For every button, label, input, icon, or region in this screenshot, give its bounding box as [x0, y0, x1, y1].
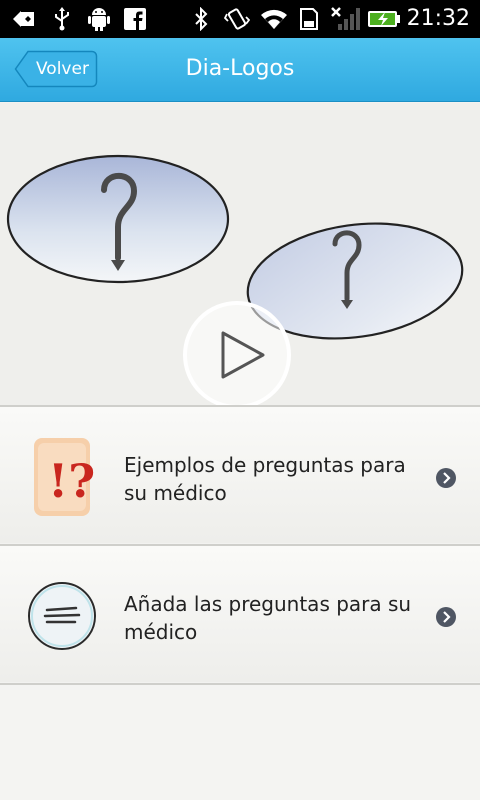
exclamation-question-icon: !? [28, 435, 98, 521]
menu-item-label: Ejemplos de preguntas para su médico [124, 453, 406, 505]
usb-icon [52, 7, 72, 31]
svg-text:!?: !? [48, 454, 95, 508]
play-button[interactable] [181, 299, 293, 405]
notes-icon [28, 574, 98, 660]
play-icon [183, 301, 291, 405]
menu-item-add-questions[interactable]: Añada las preguntas para su médico [0, 544, 480, 682]
back-arrow-icon [12, 7, 36, 31]
status-bar: 21:32 [0, 0, 480, 38]
bluetooth-icon [192, 7, 210, 31]
clock: 21:32 [406, 6, 470, 31]
menu-item-question-examples[interactable]: !? Ejemplos de preguntas para su médico [0, 405, 480, 543]
empty-area [0, 683, 480, 800]
vibrate-icon [224, 7, 250, 31]
wifi-icon [258, 7, 290, 31]
sd-card-icon [298, 7, 320, 31]
battery-charging-icon [366, 7, 402, 31]
page-title: Dia-Logos [185, 56, 295, 81]
app-header: Volver Dia-Logos [0, 38, 480, 102]
android-debug-icon [86, 7, 112, 31]
chevron-right-icon [435, 606, 457, 628]
no-signal-icon [330, 7, 360, 31]
video-thumbnail[interactable] [0, 103, 480, 405]
facebook-icon [124, 7, 146, 31]
chevron-right-icon [435, 467, 457, 489]
menu-item-label: Añada las preguntas para su médico [124, 592, 412, 644]
